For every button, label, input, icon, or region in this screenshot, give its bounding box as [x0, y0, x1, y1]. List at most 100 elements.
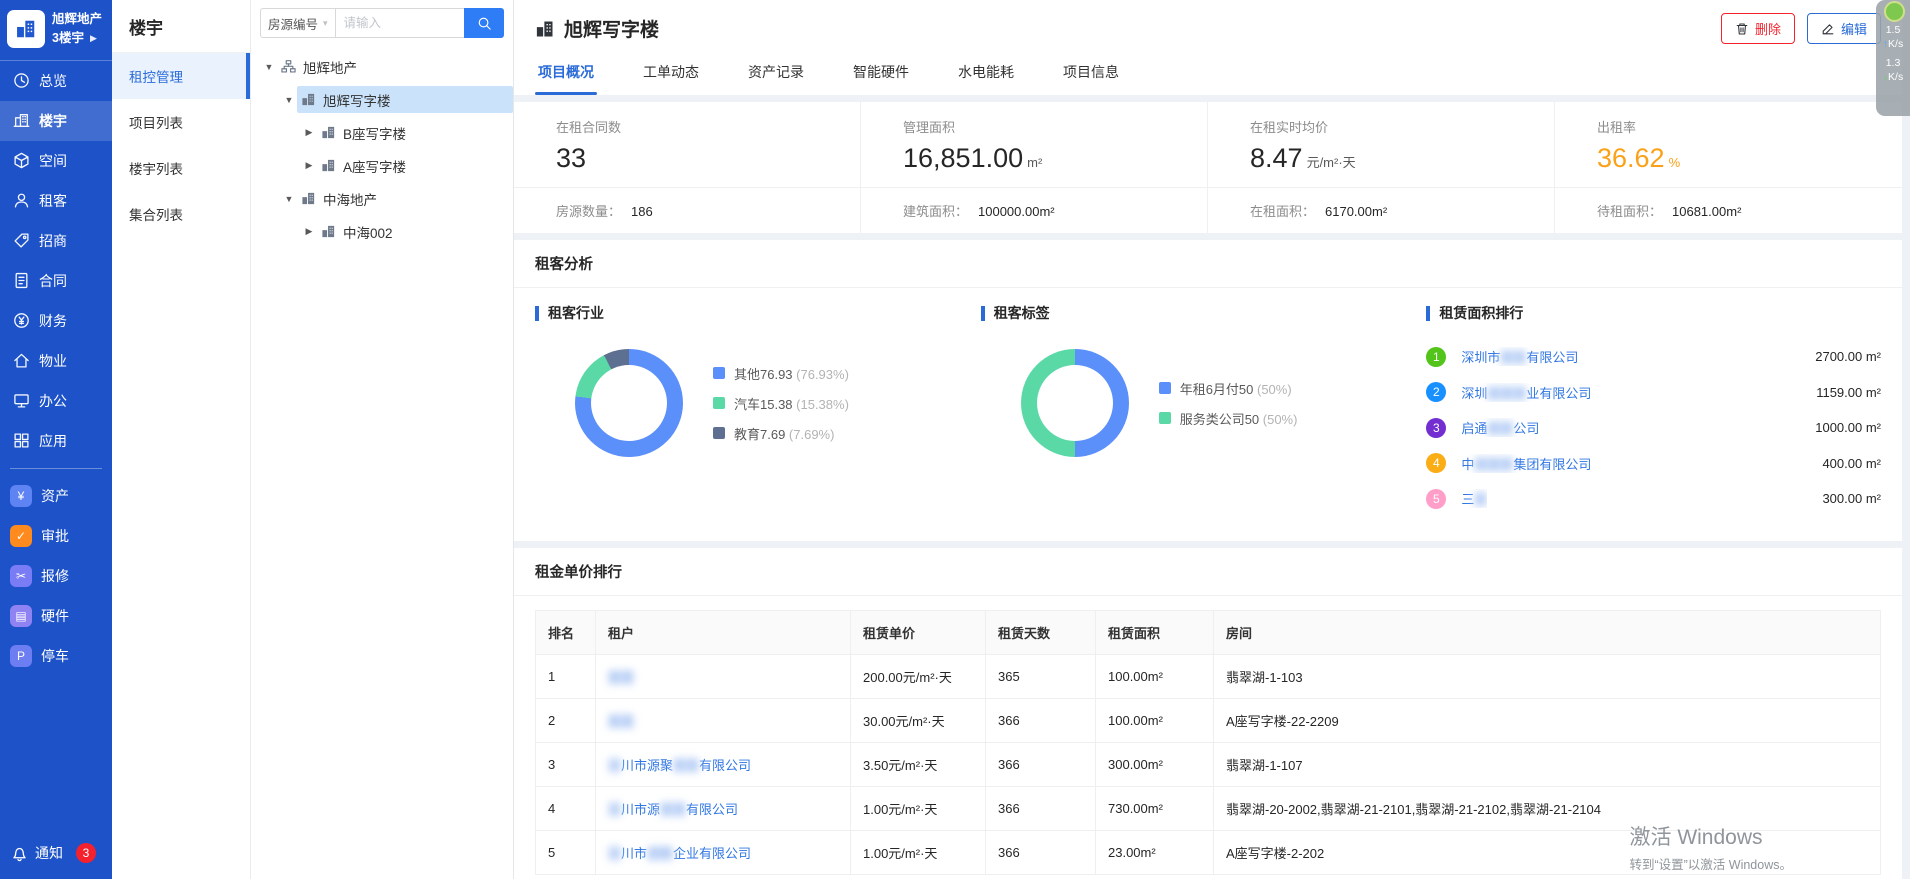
sidebar-item-building[interactable]: 楼宇 — [0, 101, 112, 141]
sidebar-item-approval[interactable]: ✓ 审批 — [0, 516, 112, 556]
column-header-房间: 房间 — [1214, 610, 1881, 654]
rank-item: 2 深圳某某某业有限公司 1159.00 m² — [1426, 375, 1881, 411]
tab-bar: 项目概况工单动态资产记录智能硬件水电能耗项目信息 — [535, 52, 1881, 95]
tab-项目概况[interactable]: 项目概况 — [535, 52, 597, 95]
sidebar-item-apps[interactable]: 应用 — [0, 421, 112, 461]
tenant-tag-chart: 租客标签 年租6月付50 (50%) 服务类公司50 (50%) — [981, 303, 1427, 517]
tenant-link[interactable]: 启通某某公司 — [1461, 418, 1539, 437]
primary-stats: 在租合同数 33 管理面积 16,851.00m² 在租实时均价 8.47元/m… — [514, 102, 1902, 188]
sidebar-item-finance[interactable]: 财务 — [0, 301, 112, 341]
table-row: 2 某某 30.00元/m²·天 366 100.00m² A座写字楼-22-2… — [536, 698, 1881, 742]
approval-app-icon: ✓ — [10, 525, 32, 547]
tenant-link[interactable]: 深川市源某某有限公司 — [608, 802, 738, 817]
chart-title: 租客行业 — [535, 303, 981, 323]
lease-area-ranking-title: 租赁面积排行 — [1426, 303, 1881, 323]
tree-node-中海002[interactable]: ▶ 中海002 — [251, 215, 513, 248]
submenu-item-集合列表[interactable]: 集合列表 — [112, 191, 250, 237]
tenant-link[interactable]: 深川市源聚企业有限公司 — [608, 846, 751, 861]
sidebar-item-contract[interactable]: 合同 — [0, 261, 112, 301]
column-header-租赁天数: 租赁天数 — [986, 610, 1096, 654]
building-icon — [535, 19, 555, 39]
column-header-租赁面积: 租赁面积 — [1096, 610, 1214, 654]
edit-button[interactable]: 编辑 — [1807, 13, 1881, 44]
tenant-link[interactable]: 深川市源聚某某有限公司 — [608, 758, 751, 773]
caret-right-icon[interactable]: ▶ — [301, 226, 317, 237]
sidebar-item-asset[interactable]: ¥ 资产 — [0, 476, 112, 516]
caret-down-icon[interactable]: ▼ — [281, 194, 297, 204]
tree-node-旭辉地产[interactable]: ▼ 旭辉地产 — [251, 50, 513, 83]
tab-智能硬件[interactable]: 智能硬件 — [850, 52, 912, 95]
column-header-租户: 租户 — [596, 610, 851, 654]
project-stats-card: 在租合同数 33 管理面积 16,851.00m² 在租实时均价 8.47元/m… — [514, 102, 1902, 233]
sidebar-item-parking[interactable]: P 停车 — [0, 636, 112, 676]
overlay-dot-icon — [1884, 1, 1905, 22]
legend-item[interactable]: 服务类公司50 (50%) — [1159, 409, 1298, 428]
delete-button[interactable]: 删除 — [1721, 13, 1795, 44]
nav-divider — [10, 468, 102, 469]
sidebar-item-office[interactable]: 办公 — [0, 381, 112, 421]
legend-item[interactable]: 教育7.69 (7.69%) — [713, 424, 849, 443]
tree-node-旭辉写字楼[interactable]: ▼ 旭辉写字楼 — [251, 83, 513, 116]
finance-icon — [13, 312, 30, 329]
tree-node-中海地产[interactable]: ▼ 中海地产 — [251, 182, 513, 215]
search-input[interactable] — [335, 8, 464, 38]
notifications-button[interactable]: 通知 3 — [0, 827, 112, 879]
overview-icon — [13, 72, 30, 89]
notifications-label: 通知 — [35, 843, 63, 863]
sidebar-item-leasing[interactable]: 招商 — [0, 221, 112, 261]
sidebar-item-property[interactable]: 物业 — [0, 341, 112, 381]
legend-swatch — [713, 367, 725, 379]
tenant-link[interactable]: 深圳市某某有限公司 — [1461, 347, 1578, 366]
building-tree: ▼ 旭辉地产 ▼ 旭辉写字楼 ▶ B座写字楼 ▶ A座写字楼 ▼ 中海地产 ▶ — [251, 38, 513, 248]
table-row: 3 深川市源聚某某有限公司 3.50元/m²·天 366 300.00m² 翡翠… — [536, 742, 1881, 786]
parking-app-icon: P — [10, 645, 32, 667]
tenant-link[interactable]: 某某 — [608, 714, 634, 729]
legend-item[interactable]: 汽车15.38 (15.38%) — [713, 394, 849, 413]
windows-activation-watermark: 激活 Windows 转到“设置”以激活 Windows。 — [1629, 821, 1792, 873]
caret-right-icon[interactable]: ▶ — [301, 127, 317, 138]
caret-right-icon[interactable]: ▶ — [301, 160, 317, 171]
tab-水电能耗[interactable]: 水电能耗 — [955, 52, 1017, 95]
tab-项目信息[interactable]: 项目信息 — [1060, 52, 1122, 95]
tree-org-icon — [281, 59, 296, 74]
tab-工单动态[interactable]: 工单动态 — [640, 52, 702, 95]
tenant-link[interactable]: 深圳某某某业有限公司 — [1461, 383, 1591, 402]
space-icon — [13, 152, 30, 169]
rank-badge: 4 — [1426, 453, 1446, 473]
sidebar-item-overview[interactable]: 总览 — [0, 61, 112, 101]
property-icon — [13, 352, 30, 369]
substat-在租面积: 在租面积：6170.00m² — [1208, 188, 1555, 233]
legend-item[interactable]: 其他76.93 (76.93%) — [713, 364, 849, 383]
submenu-item-楼宇列表[interactable]: 楼宇列表 — [112, 145, 250, 191]
legend-item[interactable]: 年租6月付50 (50%) — [1159, 379, 1298, 398]
hardware-app-icon: ▤ — [10, 605, 32, 627]
caret-down-icon[interactable]: ▼ — [281, 95, 297, 105]
tenant-industry-chart: 租客行业 其他76.93 (76.93%) 汽车15.38 (15.38%) 教… — [535, 303, 981, 517]
primary-sidebar: 旭辉地产 3楼宇 ▶ 总览 楼宇 空间 租客 招商 合同 财务 物业 办公 应用… — [0, 0, 112, 879]
sidebar-item-repair[interactable]: ✂ 报修 — [0, 556, 112, 596]
column-header-排名: 排名 — [536, 610, 596, 654]
legend-swatch — [1159, 412, 1171, 424]
net-speed-overlay[interactable]: 1.5 ↑K/s 1.3 ↓K/s — [1876, 0, 1910, 116]
stat-出租率: 出租率 36.62% — [1555, 102, 1902, 187]
sidebar-item-space[interactable]: 空间 — [0, 141, 112, 181]
org-switcher[interactable]: 旭辉地产 3楼宇 ▶ — [0, 0, 112, 61]
search-button[interactable] — [464, 8, 504, 38]
tree-search-bar: 房源编号 ▾ — [260, 8, 504, 38]
tree-node-A座写字楼[interactable]: ▶ A座写字楼 — [251, 149, 513, 182]
tree-node-B座写字楼[interactable]: ▶ B座写字楼 — [251, 116, 513, 149]
tenant-link[interactable]: 三某 — [1461, 489, 1487, 508]
caret-down-icon[interactable]: ▼ — [261, 62, 277, 72]
tab-资产记录[interactable]: 资产记录 — [745, 52, 807, 95]
tenant-link[interactable]: 某某 — [608, 670, 634, 685]
expand-arrow-icon[interactable]: ▶ — [90, 32, 97, 46]
chart-title: 租客标签 — [981, 303, 1427, 323]
sidebar-item-hardware[interactable]: ▤ 硬件 — [0, 596, 112, 636]
submenu-item-租控管理[interactable]: 租控管理 — [112, 53, 250, 99]
sidebar-item-tenant[interactable]: 租客 — [0, 181, 112, 221]
tenant-link[interactable]: 中某某某集团有限公司 — [1461, 454, 1591, 473]
notification-badge: 3 — [76, 843, 96, 863]
search-type-select[interactable]: 房源编号 ▾ — [260, 8, 335, 38]
submenu-item-项目列表[interactable]: 项目列表 — [112, 99, 250, 145]
edit-icon — [1821, 22, 1835, 36]
